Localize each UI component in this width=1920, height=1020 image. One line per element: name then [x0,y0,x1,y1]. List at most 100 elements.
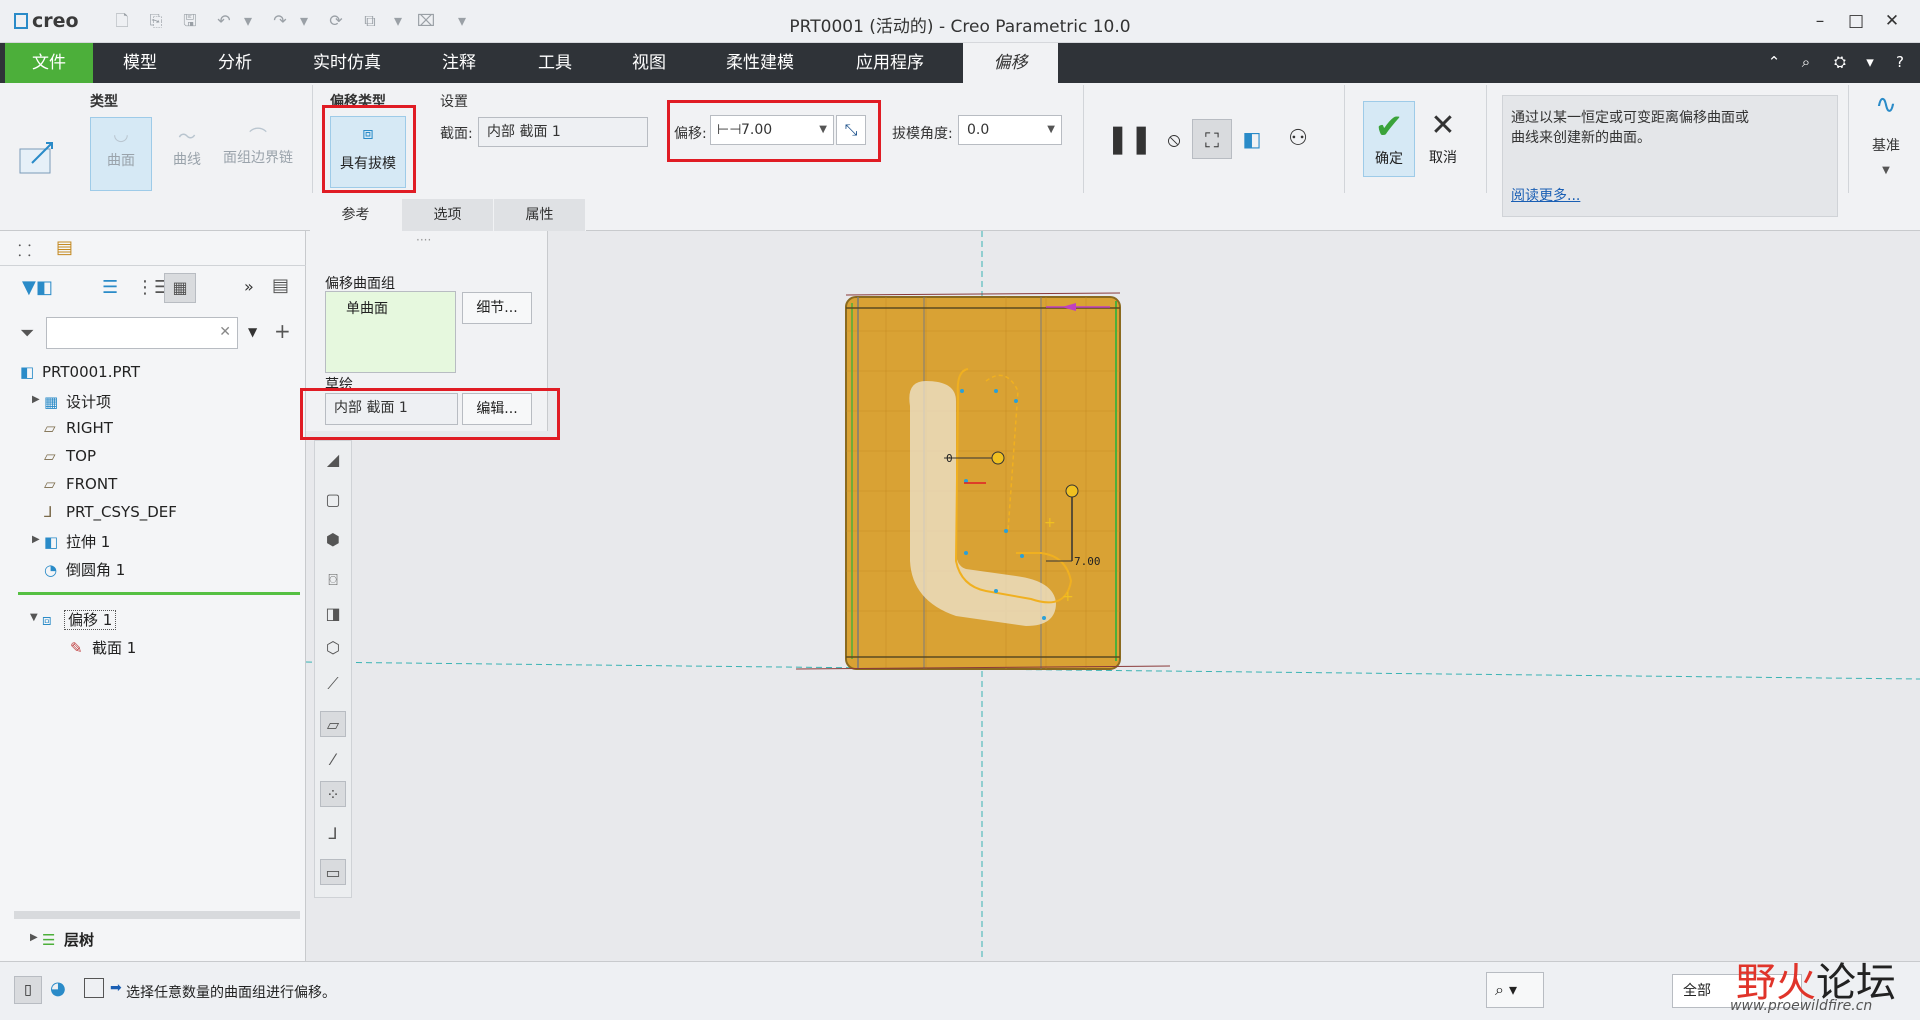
checkmark-icon: ✔ [1374,107,1404,147]
details-button[interactable]: 细节... [462,292,532,324]
datum-button[interactable]: ∿ 基准 ▼ [1858,83,1914,193]
datum-dropdown-icon[interactable]: ▼ [1858,165,1914,176]
tree-item-csys[interactable]: ⅃ PRT_CSYS_DEF [44,503,177,521]
pause-icon[interactable]: ❚❚ [1106,119,1153,159]
navigator-toggle-icon[interactable]: ▯ [14,976,42,1004]
minimize-button[interactable]: – [1806,8,1834,34]
offset-dimension-label[interactable]: 7.00 [1074,555,1101,568]
cancel-button[interactable]: ✕ 取消 [1418,101,1468,177]
search-dropdown-icon[interactable]: ▼ [248,325,257,339]
tree-item-section[interactable]: ✎ 截面 1 [70,637,136,658]
glasses-icon[interactable]: ⚇ [1278,119,1318,159]
tree-item-design-items[interactable]: ▶ ▦ 设计项 [32,391,111,412]
shaded-box-icon[interactable]: ⬢ [320,527,346,553]
draft-angle-label: 拔模角度: [892,126,953,142]
subtab-properties[interactable]: 属性 [494,199,586,231]
expand-arrow-icon[interactable]: ▶ [32,394,40,405]
tree-item-part[interactable]: ◧ PRT0001.PRT [20,363,140,381]
tree-item-right[interactable]: ▱ RIGHT [44,419,113,437]
status-bar: ▯ ◕ ➡ 选择任意数量的曲面组进行偏移。 ⌕ ▾ 全部 [0,961,1920,1020]
tree-item-top[interactable]: ▱ TOP [44,447,96,465]
section-label: 截面: [440,126,473,142]
filter-icon[interactable]: ⏷ [20,323,34,344]
model-canvas[interactable]: 0 7.00 + + [306,231,1920,961]
tab-applications[interactable]: 应用程序 [842,43,938,83]
help-icon[interactable]: ? [1890,53,1910,71]
tree-search-input[interactable]: ✕ [46,317,238,349]
tab-model[interactable]: 模型 [105,43,175,83]
no-preview-icon[interactable]: ⦸ [1154,119,1194,159]
subtab-references[interactable]: 参考 [310,199,402,231]
show-details-icon[interactable]: ▤ [272,275,289,296]
dimension-zero-label[interactable]: 0 [946,452,953,465]
browser-toggle-icon[interactable]: ◕ [50,978,66,999]
type-boundary-chain-button[interactable]: ⌒ 面组边界链 [222,117,294,191]
tree-item-round[interactable]: ◔ 倒圆角 1 [44,559,125,580]
ok-button[interactable]: ✔ 确定 [1363,101,1415,177]
part-icon: ◧ [20,363,35,381]
datum-point-display-icon[interactable]: ⁘ [320,781,346,807]
add-filter-icon[interactable]: + [274,319,291,343]
layer-splitter[interactable] [14,911,300,919]
draft-angle-dropdown-icon[interactable]: ▼ [1047,116,1055,144]
folder-browser-tab-icon[interactable]: ▤ [56,237,73,258]
section-field[interactable]: 内部 截面 1 [478,117,648,147]
type-surface-label: 曲面 [107,153,135,169]
panel-grip-icon[interactable]: ···· [416,233,431,247]
tab-offset[interactable]: 偏移 [963,43,1058,83]
tree-item-offset[interactable]: ▼ ⧈ 偏移 1 [30,609,117,630]
model-tree-tab-icon[interactable]: ⸬ [18,239,31,261]
expand-arrow-icon[interactable]: ▶ [30,932,38,943]
graphics-area[interactable]: 0 7.00 + + [306,231,1920,961]
box-tool-icon[interactable]: ▢ [320,487,346,513]
sketch-tool-icon[interactable]: ◢ [320,447,346,473]
layer-view-icon[interactable]: ◨ [320,601,346,627]
read-more-link[interactable]: 阅读更多... [1511,186,1580,206]
type-surface-button[interactable]: ◡ 曲面 [90,117,152,191]
layer-tree-item[interactable]: ▶ ☰ 层树 [30,929,94,950]
annotation-display-icon[interactable]: ▭ [320,859,346,885]
type-group-label: 类型 [90,94,118,110]
options-dropdown-icon[interactable]: ▾ [1860,53,1880,71]
datum-plane-display-icon[interactable]: ▱ [320,711,346,737]
tree-item-extrude[interactable]: ▶ ◧ 拉伸 1 [32,531,110,552]
command-search-icon[interactable]: ⛭ [1830,53,1850,71]
maximize-button[interactable]: □ [1842,8,1870,34]
tab-annotate[interactable]: 注释 [424,43,494,83]
tree-list-icon[interactable]: ☰ [102,277,118,298]
expand-arrow-icon[interactable]: ▶ [32,534,40,545]
tree-item-label: PRT0001.PRT [42,363,141,381]
clear-search-icon[interactable]: ✕ [219,324,231,340]
type-curve-button[interactable]: 〜 曲线 [157,117,217,191]
find-binoculars-icon[interactable]: ⌕ ▾ [1486,972,1544,1008]
subtab-options[interactable]: 选项 [402,199,494,231]
tab-flexible-modeling[interactable]: 柔性建模 [712,43,808,83]
tree-item-front[interactable]: ▱ FRONT [44,475,117,493]
close-button[interactable]: ✕ [1878,8,1906,34]
tab-view[interactable]: 视图 [614,43,684,83]
tree-settings-icon[interactable]: ▦ [164,273,196,303]
single-surface-item[interactable]: 单曲面 [346,298,388,318]
camera-icon[interactable]: ⌼ [320,567,346,593]
datum-axis-display-icon[interactable]: ⁄ [320,747,346,773]
offset-collection-box[interactable]: 单曲面 [325,291,456,373]
insert-here-indicator[interactable] [18,592,300,595]
collapse-ribbon-icon[interactable]: ⌃ [1764,53,1784,71]
draft-angle-field[interactable]: 0.0 ▼ [958,115,1062,145]
preview-icon[interactable]: ⛶ [1192,119,1232,159]
csys-display-icon[interactable]: ⅃ [320,821,346,847]
surface-view-icon[interactable]: ⬡ [320,635,346,661]
help-box: 通过以某一恒定或可变距离偏移曲面或曲线来创建新的曲面。 阅读更多... [1502,95,1838,217]
tab-file[interactable]: 文件 [5,43,93,83]
tab-live-simulation[interactable]: 实时仿真 [300,43,394,83]
verify-icon[interactable]: ◧ [1232,119,1272,159]
datum-label: 基准 [1872,138,1900,154]
part-display-icon[interactable]: ▼◧ [22,277,53,298]
search-icon[interactable]: ⌕ [1796,53,1816,71]
tab-tools[interactable]: 工具 [520,43,590,83]
tab-analysis[interactable]: 分析 [200,43,270,83]
expand-more-icon[interactable]: » [244,277,254,296]
axis-icon[interactable]: ⟋ [320,671,346,697]
collapse-arrow-icon[interactable]: ▼ [30,612,38,623]
fullscreen-toggle-icon[interactable] [84,978,104,998]
